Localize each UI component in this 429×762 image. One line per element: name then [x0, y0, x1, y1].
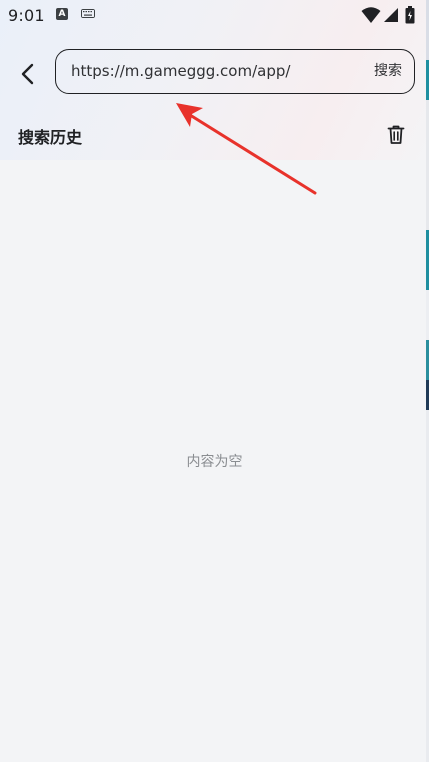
keyboard-icon — [81, 9, 95, 18]
delete-history-button[interactable] — [385, 124, 407, 146]
wifi-icon — [361, 7, 381, 23]
battery-icon — [405, 6, 415, 24]
search-history-title: 搜索历史 — [18, 128, 83, 147]
back-button[interactable] — [10, 56, 46, 92]
trash-icon — [387, 125, 405, 144]
search-button[interactable]: 搜索 — [374, 50, 402, 92]
status-bar: 9:01 A — [0, 0, 429, 30]
keyboard-a-icon: A — [56, 8, 68, 20]
empty-state-text: 内容为空 — [186, 454, 243, 470]
search-input[interactable] — [71, 50, 341, 92]
system-icons — [361, 5, 421, 25]
signal-icon — [384, 8, 398, 22]
app-screen: 9:01 A https://m.gameggg.com/app/ 搜索 搜索历… — [0, 0, 429, 762]
search-box: 搜索 — [55, 49, 415, 94]
status-time: 9:01 — [8, 6, 45, 25]
chevron-left-icon — [21, 63, 34, 85]
